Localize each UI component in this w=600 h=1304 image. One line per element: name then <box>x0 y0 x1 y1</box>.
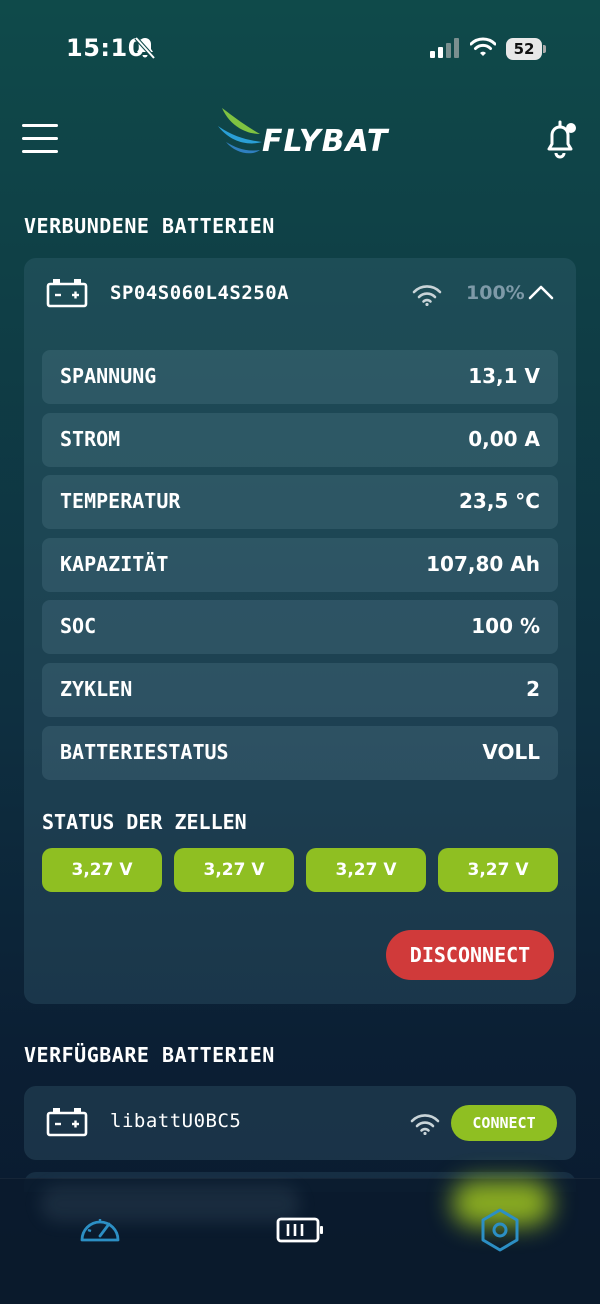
wifi-signal-icon <box>412 285 442 306</box>
connected-device-name: SP04S060L4S250A <box>110 282 290 304</box>
metric-value: 23,5 °C <box>459 489 540 514</box>
bell-muted-icon <box>134 36 156 60</box>
metric-label: ZYKLEN <box>60 676 133 701</box>
settings-hexagon-icon[interactable] <box>476 1206 524 1254</box>
metric-row-strom: STROM 0,00 A <box>42 412 558 467</box>
metric-value: 107,80 Ah <box>426 551 540 576</box>
notification-bell-icon[interactable] <box>544 120 580 160</box>
cells-status-title: STATUS DER ZELLEN <box>42 810 247 834</box>
metric-label: BATTERIESTATUS <box>60 739 229 764</box>
wifi-status-icon <box>470 37 496 56</box>
status-bar: 15:10 52 <box>0 0 600 100</box>
metric-row-batteriestatus: BATTERIESTATUS VOLL <box>42 725 558 780</box>
metrics-list: SPANNUNG 13,1 V STROM 0,00 A TEMPERATUR … <box>42 350 558 788</box>
battery-icon[interactable] <box>276 1206 324 1254</box>
metric-value: 100 % <box>471 614 540 639</box>
logo-text: FLYBAT <box>262 124 389 159</box>
battery-level: 52 <box>506 38 542 60</box>
metric-label: SOC <box>60 614 97 639</box>
cell-voltage-badge: 3,27 V <box>174 848 294 892</box>
metric-label: KAPAZITÄT <box>60 551 169 576</box>
metric-row-temperatur: TEMPERATUR 23,5 °C <box>42 475 558 530</box>
metric-value: 2 <box>526 676 540 701</box>
cell-voltage-badge: 3,27 V <box>438 848 558 892</box>
connect-button[interactable]: CONNECT <box>451 1105 557 1141</box>
hamburger-menu-icon[interactable] <box>22 124 58 156</box>
battery-status-icon: 52 <box>506 38 546 60</box>
car-battery-icon <box>46 1108 88 1137</box>
metric-row-spannung: SPANNUNG 13,1 V <box>42 350 558 404</box>
metric-label: SPANNUNG <box>60 364 157 388</box>
metric-value: VOLL <box>482 739 540 764</box>
connected-section-title: VERBUNDENE BATTERIEN <box>24 214 275 238</box>
metric-label: TEMPERATUR <box>60 489 181 514</box>
available-battery-row[interactable]: libattU0BC5 CONNECT <box>24 1086 576 1160</box>
connected-battery-card: SP04S060L4S250A 100% SPANNUNG 13,1 V STR… <box>24 258 576 1004</box>
signal-strength: 100% <box>466 282 525 304</box>
cells-list: 3,27 V 3,27 V 3,27 V 3,27 V <box>42 848 558 892</box>
connected-battery-header[interactable]: SP04S060L4S250A 100% <box>24 258 576 330</box>
gauge-icon[interactable] <box>76 1206 124 1254</box>
metric-row-kapazitaet: KAPAZITÄT 107,80 Ah <box>42 537 558 592</box>
metric-row-zyklen: ZYKLEN 2 <box>42 662 558 717</box>
cellular-signal-icon <box>430 38 459 58</box>
available-device-name: libattU0BC5 <box>110 1110 242 1132</box>
disconnect-button[interactable]: DISCONNECT <box>386 930 554 980</box>
wifi-signal-icon <box>410 1114 440 1135</box>
metric-row-soc: SOC 100 % <box>42 600 558 655</box>
available-section-title: VERFÜGBARE BATTERIEN <box>24 1043 275 1067</box>
metric-value: 0,00 A <box>468 426 540 451</box>
metric-value: 13,1 V <box>468 364 540 388</box>
cell-voltage-badge: 3,27 V <box>42 848 162 892</box>
chevron-up-icon[interactable] <box>528 284 554 300</box>
metric-label: STROM <box>60 426 121 451</box>
car-battery-icon <box>46 279 88 308</box>
cell-voltage-badge: 3,27 V <box>306 848 426 892</box>
